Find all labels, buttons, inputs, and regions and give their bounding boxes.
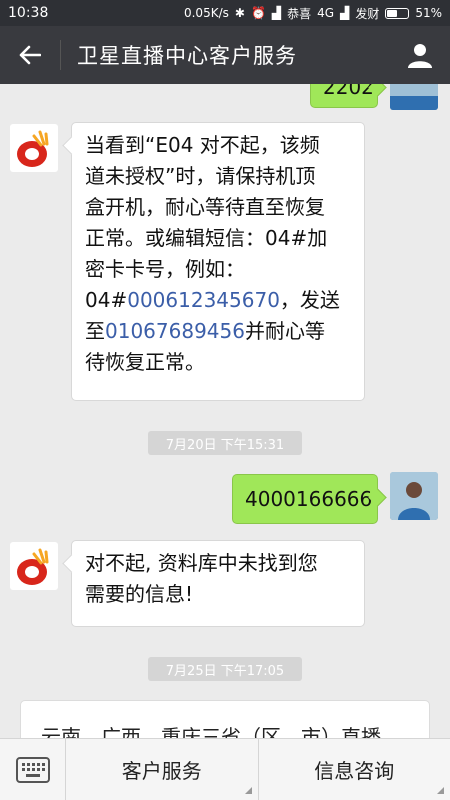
sent-message-text: 4000166666 — [245, 487, 373, 511]
message-line: 对不起, 资料库中未找到您 — [85, 551, 318, 575]
sent-message-text: 2202 — [323, 84, 374, 99]
back-button[interactable] — [0, 26, 60, 84]
submenu-indicator-icon — [244, 787, 252, 794]
status-bar: 10:38 0.05K/s ✱ ⏰ ▟ 恭喜 4G ▟ 发财 51% — [0, 0, 450, 26]
menu-label: 客户服务 — [121, 759, 202, 783]
satellite-logo-icon — [17, 130, 49, 167]
submenu-indicator-icon — [437, 787, 444, 794]
user-avatar[interactable] — [390, 84, 438, 110]
sent-message-partial[interactable]: 2202 — [310, 84, 378, 108]
keyboard-icon — [15, 756, 50, 783]
user-photo — [390, 472, 438, 520]
network-speed: 0.05K/s — [183, 6, 229, 20]
message-text: 至 — [85, 319, 105, 343]
message-text: 04# — [85, 288, 128, 312]
article-title: 云南、广西、重庆三省（区、市）直播 — [41, 725, 381, 738]
header-divider — [60, 40, 61, 70]
timestamp: 7月25日 下午17:05 — [148, 657, 302, 681]
service-avatar[interactable] — [10, 124, 58, 172]
status-time: 10:38 — [8, 5, 49, 21]
signal-icon-2: ▟ — [340, 6, 350, 20]
battery-level-fill — [387, 9, 398, 17]
message-text: 并耐心等 — [244, 319, 325, 343]
article-card[interactable]: 云南、广西、重庆三省（区、市）直播 — [20, 700, 430, 738]
chat-header: 卫星直播中心客户服务 — [0, 26, 450, 84]
bluetooth-icon: ✱ — [234, 6, 245, 20]
phone-number-link[interactable]: 01067689456 — [105, 319, 245, 343]
person-icon — [408, 44, 432, 68]
satellite-logo-icon — [17, 548, 49, 585]
message-line: 待恢复正常。 — [85, 350, 205, 374]
sent-message[interactable]: 4000166666 — [232, 474, 378, 524]
chat-area[interactable]: 2202 当看到“E04 对不起，该频 道未授权”时，请保持机顶 盒开机，耐心等… — [0, 84, 450, 738]
card-number-link[interactable]: 000612345670 — [127, 288, 280, 312]
menu-customer-service[interactable]: 客户服务 — [66, 739, 259, 800]
menu-info-consult[interactable]: 信息咨询 — [259, 739, 450, 800]
message-line: 道未授权”时，请保持机顶 — [85, 164, 316, 188]
signal-icon: ▟ — [271, 6, 282, 20]
battery-percent: 51% — [415, 6, 442, 20]
user-photo — [390, 84, 438, 110]
message-line: 正常。或编辑短信：04#加 — [85, 226, 328, 250]
message-line: 需要的信息! — [85, 582, 194, 606]
message-line: 盒开机，耐心等待直至恢复 — [85, 195, 325, 219]
timestamp: 7月20日 下午15:31 — [148, 431, 302, 455]
status-right: 0.05K/s ✱ ⏰ ▟ 恭喜 4G ▟ 发财 51% — [184, 5, 442, 22]
carrier2-label: 发财 — [355, 6, 380, 21]
message-line: 04#000612345670，发送 — [85, 285, 354, 316]
bottom-menu-bar: 客户服务 信息咨询 — [0, 738, 450, 800]
profile-button[interactable] — [390, 26, 450, 84]
keyboard-toggle-button[interactable] — [0, 739, 66, 800]
network-type: 4G — [317, 6, 335, 20]
battery-icon — [385, 7, 410, 19]
message-text: ，发送 — [279, 288, 340, 312]
page-title: 卫星直播中心客户服务 — [77, 44, 297, 68]
carrier1-label: 恭喜 — [287, 6, 312, 21]
message-line: 至01067689456并耐心等 — [85, 316, 354, 347]
message-line: 当看到“E04 对不起，该频 — [85, 133, 320, 157]
menu-label: 信息咨询 — [314, 759, 395, 783]
message-line: 密卡卡号，例如： — [85, 257, 245, 281]
received-message[interactable]: 对不起, 资料库中未找到您 需要的信息! — [71, 540, 365, 627]
back-arrow-icon — [19, 45, 41, 65]
alarm-icon: ⏰ — [250, 6, 266, 20]
received-message[interactable]: 当看到“E04 对不起，该频 道未授权”时，请保持机顶 盒开机，耐心等待直至恢复… — [71, 122, 365, 401]
user-avatar[interactable] — [390, 472, 438, 520]
service-avatar[interactable] — [10, 542, 58, 590]
